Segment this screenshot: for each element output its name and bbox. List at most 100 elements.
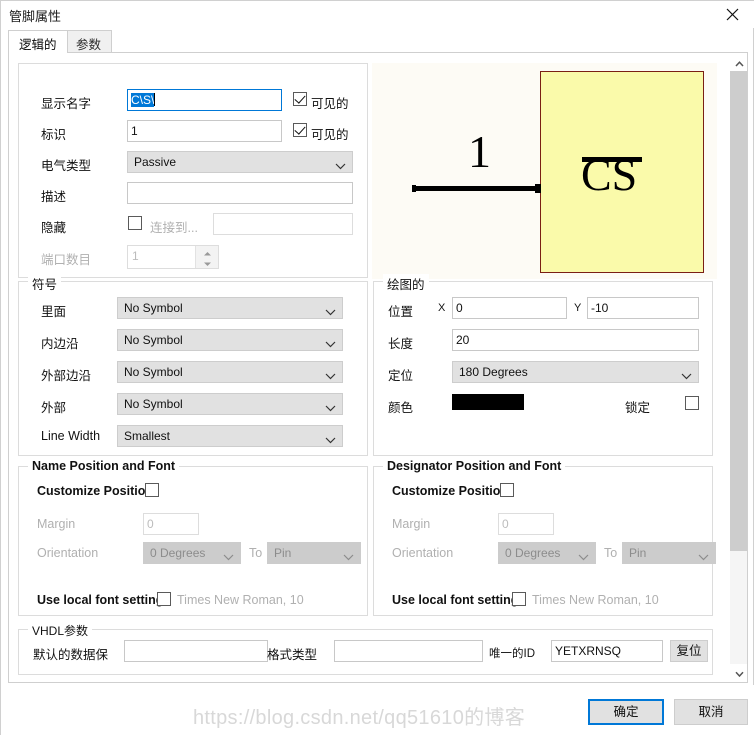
cancel-button[interactable]: 取消 (674, 699, 748, 725)
spinner-down-button[interactable] (196, 257, 218, 268)
chevron-down-icon (698, 550, 709, 564)
dialog-footer: 确定 取消 (1, 685, 754, 736)
format-type-input[interactable] (334, 640, 483, 662)
chevron-down-icon (325, 305, 336, 319)
symbol-outside-edge-select[interactable]: No Symbol (117, 361, 343, 383)
display-name-input[interactable]: C\S\ (127, 89, 282, 111)
connect-to-label: 连接到... (150, 221, 198, 235)
length-input[interactable]: 20 (452, 329, 699, 351)
line-width-value: Smallest (124, 429, 171, 443)
designator-use-local-font-label: Use local font setting (392, 593, 519, 607)
symbol-inside-value: No Symbol (124, 301, 183, 315)
symbol-inside-label: 里面 (41, 305, 67, 319)
tab-content-panel: 显示名字 C\S\ 可见的 标识 1 可见的 电气类型 Passive 描述 隐… (8, 53, 748, 683)
scrollbar-thumb[interactable] (730, 71, 747, 551)
name-position-font-title: Name Position and Font (28, 459, 180, 473)
orientation-value: 180 Degrees (459, 365, 528, 379)
designator-orientation-select[interactable]: 0 Degrees (498, 542, 596, 564)
electrical-type-value: Passive (134, 155, 177, 169)
symbol-inside-select[interactable]: No Symbol (117, 297, 343, 319)
designator-visible-checkbox[interactable] (293, 123, 307, 137)
designator-use-local-font-checkbox[interactable] (512, 592, 526, 606)
default-data-retention-label: 默认的数据保 (33, 648, 109, 662)
port-count-label: 端口数目 (41, 253, 92, 267)
close-button[interactable] (709, 1, 754, 28)
chevron-down-icon (335, 159, 346, 173)
locked-checkbox[interactable] (685, 396, 699, 410)
default-data-retention-input[interactable] (124, 640, 268, 662)
position-x-label: X (438, 302, 446, 314)
designator-orientation-value: 0 Degrees (505, 546, 561, 560)
caret-down-icon (734, 666, 744, 680)
tab-logical-label: 逻辑的 (19, 38, 57, 52)
line-width-label: Line Width (41, 429, 101, 443)
display-name-visible-label: 可见的 (311, 97, 349, 111)
symbol-preview: CS 1 (372, 63, 717, 279)
designator-position-font-title: Designator Position and Font (383, 459, 566, 473)
reset-button[interactable]: 复位 (670, 640, 708, 662)
electrical-type-select[interactable]: Passive (127, 151, 353, 173)
vhdl-group-title: VHDL参数 (28, 622, 93, 639)
description-label: 描述 (41, 190, 67, 204)
color-swatch[interactable] (452, 394, 524, 410)
content-scrollbar[interactable] (729, 54, 747, 681)
symbol-outside-label: 外部 (41, 401, 67, 415)
position-x-input[interactable]: 0 (452, 297, 567, 319)
name-use-local-font-label: Use local font setting (37, 593, 164, 607)
line-width-select[interactable]: Smallest (117, 425, 343, 447)
unique-id-value: YETXRNSQ (555, 644, 622, 658)
designator-customize-position-checkbox[interactable] (500, 483, 514, 497)
description-input[interactable] (127, 182, 353, 204)
locked-label: 锁定 (625, 401, 651, 415)
port-count-stepper[interactable]: 1 (127, 245, 219, 269)
designator-to-label: To (604, 546, 618, 560)
length-value: 20 (456, 333, 470, 347)
symbol-group-title: 符号 (28, 274, 62, 293)
designator-margin-input[interactable]: 0 (498, 513, 554, 535)
name-margin-input[interactable]: 0 (143, 513, 199, 535)
name-use-local-font-checkbox[interactable] (157, 592, 171, 606)
name-position-font-group: Name Position and Font Customize Positio… (18, 459, 368, 616)
display-name-visible-checkbox[interactable] (293, 92, 307, 106)
designator-input[interactable]: 1 (127, 120, 282, 142)
name-customize-position-checkbox[interactable] (145, 483, 159, 497)
port-count-spin-buttons (195, 246, 218, 268)
position-x-value: 0 (456, 301, 463, 315)
graphical-group: 绘图的 位置 X 0 Y -10 长度 20 定位 180 Degrees 颜色… (373, 274, 713, 456)
designator-margin-label: Margin (392, 517, 431, 531)
name-orientation-value: 0 Degrees (150, 546, 206, 560)
position-y-input[interactable]: -10 (587, 297, 699, 319)
orientation-select[interactable]: 180 Degrees (452, 361, 699, 383)
designator-to-select[interactable]: Pin (622, 542, 716, 564)
preview-pin-connection-point (535, 184, 541, 193)
chevron-down-icon (325, 337, 336, 351)
scrollbar-track[interactable] (730, 71, 747, 664)
designator-visible-label: 可见的 (311, 128, 349, 142)
preview-part-text: CS (581, 149, 638, 200)
hidden-checkbox[interactable] (128, 216, 142, 230)
ok-button[interactable]: 确定 (588, 699, 664, 725)
scrollbar-down-button[interactable] (730, 664, 747, 681)
chevron-down-icon (223, 550, 234, 564)
symbol-inside-edge-select[interactable]: No Symbol (117, 329, 343, 351)
connect-to-input[interactable] (213, 213, 353, 235)
chevron-down-icon (325, 401, 336, 415)
vhdl-parameters-group: VHDL参数 默认的数据保 格式类型 唯一的ID YETXRNSQ 复位 (18, 622, 713, 675)
position-y-label: Y (574, 302, 582, 314)
designator-orientation-label: Orientation (392, 546, 454, 560)
name-to-select[interactable]: Pin (267, 542, 361, 564)
name-orientation-select[interactable]: 0 Degrees (143, 542, 241, 564)
name-orientation-label: Orientation (37, 546, 99, 560)
orientation-label: 定位 (388, 369, 414, 383)
designator-label: 标识 (41, 128, 67, 142)
tab-parameters[interactable]: 参数 (65, 30, 113, 53)
scrollbar-up-button[interactable] (730, 54, 747, 71)
display-name-value: C\S\ (131, 93, 155, 107)
close-icon (726, 8, 739, 21)
name-to-label: To (249, 546, 263, 560)
unique-id-input[interactable]: YETXRNSQ (551, 640, 663, 662)
pin-properties-dialog: 管脚属性 逻辑的 参数 显示名字 C\S\ 可见的 标识 1 可见的 电气类型 … (0, 0, 754, 736)
caret-up-icon (734, 56, 744, 70)
tab-logical[interactable]: 逻辑的 (8, 30, 68, 53)
symbol-outside-select[interactable]: No Symbol (117, 393, 343, 415)
